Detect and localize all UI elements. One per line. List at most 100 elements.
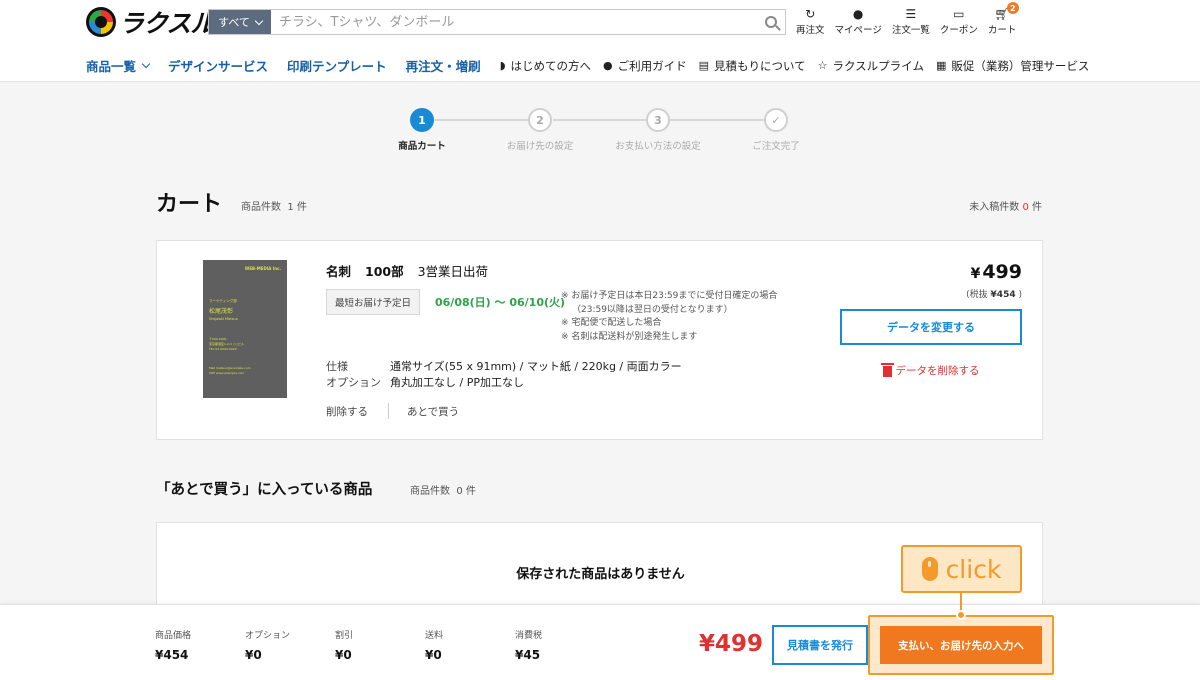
summary-item-price: 商品価格 ¥454 [155, 628, 191, 662]
delivery-note: ※ お届け予定日は本日23:59までに受付日確定の場合 [561, 291, 778, 301]
nav-prime-label: ラクスルプライム [832, 58, 924, 73]
summary-discount: 割引 ¥0 [335, 628, 353, 662]
summary-label: 割引 [335, 631, 354, 641]
cart-link[interactable]: 🛒︎ 2 カート [987, 2, 1019, 36]
item-price: ¥499 [971, 261, 1022, 283]
order-total: ¥499 [699, 631, 764, 657]
annotation-dot [956, 610, 966, 620]
click-annotation: click [901, 545, 1022, 593]
proceed-to-payment-button[interactable]: 支払い、お届け先の入力へ [880, 626, 1042, 664]
check-icon: ✓ [764, 108, 788, 132]
reorder-link[interactable]: ↻ 再注文 [796, 6, 825, 36]
delete-data-label: データを削除する [895, 365, 980, 377]
summary-value: ¥0 [245, 648, 262, 662]
buy-later-section-title: 「あとで買う」に入っている商品 [156, 482, 373, 498]
search-bar: すべて [208, 9, 786, 35]
search-category-select[interactable]: すべて [209, 10, 271, 34]
price-tax-excluded: (税抜 ¥454 ) [966, 287, 1022, 300]
tax-excl-value: ¥454 [990, 290, 1016, 300]
preview-address-line: TEL 03-0000-0000 [209, 347, 237, 351]
nav-beginners[interactable]: ◗ はじめての方へ [500, 58, 591, 74]
summary-value: ¥454 [155, 648, 189, 662]
nav-prime[interactable]: ☆ ラクスルプライム [818, 58, 924, 74]
building-icon: ▦ [935, 59, 947, 72]
count-unit: 件 [296, 202, 307, 213]
cart-badge: 2 [1006, 2, 1019, 14]
click-annotation-text: click [945, 554, 1002, 584]
chevron-down-icon [141, 59, 151, 68]
nav-products[interactable]: 商品一覧 [86, 56, 151, 75]
nav-reorder[interactable]: 再注文・増刷 [406, 56, 481, 75]
item-quantity: 100部 [365, 264, 404, 279]
reorder-label: 再注文 [796, 25, 825, 36]
count-value: 0 [456, 486, 463, 497]
search-button[interactable] [757, 10, 785, 34]
summary-shipping: 送料 ¥0 [425, 628, 443, 662]
refresh-icon: ↻ [805, 7, 816, 21]
summary-value: ¥45 [515, 648, 541, 662]
nav-beginners-label: はじめての方へ [510, 58, 591, 73]
business-card-preview[interactable]: WEB-MEDIA Inc. マーケティング部 松尾茂彰 Shigeaki Ma… [203, 260, 287, 398]
summary-label: 消費税 [515, 631, 543, 641]
option-row: オプション 角丸加工なし / PP加工なし [326, 375, 682, 391]
preview-name-en: Shigeaki Matsuo [209, 317, 238, 321]
summary-label: 商品価格 [155, 631, 192, 641]
option-label: オプション [326, 376, 381, 389]
document-icon: ▤ [698, 59, 709, 72]
delivery-note: ※ 宅配便で配送した場合 [561, 318, 662, 328]
delivery-dates: 06/08(日) 〜 06/10(火) [435, 296, 566, 309]
step-complete: ✓ ご注文完了 [731, 108, 821, 152]
search-input[interactable] [271, 10, 757, 34]
cart-item-count: 商品件数 1 件 [241, 198, 307, 213]
cart-label: カート [987, 25, 1017, 36]
delivery-label-chip: 最短お届け予定日 [326, 289, 420, 315]
item-actions: 削除する あとで買う [326, 403, 459, 419]
delete-item-link[interactable]: 削除する [326, 404, 368, 419]
count-unit: 件 [465, 486, 476, 497]
issue-quote-button[interactable]: 見積書を発行 [772, 625, 868, 665]
logo[interactable]: ラクスル [86, 6, 215, 38]
nav-guide[interactable]: ● ご利用ガイド [603, 58, 687, 74]
summary-option: オプション ¥0 [245, 628, 290, 662]
mypage-label: マイページ [834, 25, 882, 36]
count-value: 1 [287, 202, 294, 213]
nav-promo-management[interactable]: ▦ 販促（業務）管理サービス [936, 58, 1089, 74]
change-data-button[interactable]: データを変更する [840, 309, 1022, 345]
buy-later-link[interactable]: あとで買う [407, 404, 459, 419]
option-value: 角丸加工なし / PP加工なし [390, 376, 524, 389]
nav-design-service[interactable]: デザインサービス [168, 56, 268, 75]
spec-label: 仕様 [326, 360, 348, 373]
page-title: カート [156, 192, 223, 217]
unposted-count: 未入稿件数 0 件 [969, 198, 1042, 213]
mouse-icon [921, 557, 938, 581]
unposted-value: 0 [1022, 202, 1029, 213]
chevron-down-icon [254, 16, 264, 25]
coupon-link[interactable]: ▭ クーポン [940, 6, 978, 36]
unposted-unit: 件 [1032, 202, 1042, 213]
click-highlight: 支払い、お届け先の入力へ [868, 615, 1054, 675]
step-label: お支払い方法の設定 [615, 141, 701, 152]
orders-link[interactable]: ☰ 注文一覧 [892, 6, 930, 36]
tax-suffix: ) [1018, 290, 1022, 300]
list-icon: ☰ [905, 7, 917, 21]
nav-estimate-label: 見積もりについて [714, 58, 806, 73]
delete-data-button[interactable]: データを削除する [840, 363, 1022, 378]
summary-value: ¥0 [425, 648, 442, 662]
star-icon: ☆ [817, 59, 828, 72]
orders-label: 注文一覧 [891, 25, 930, 36]
nav-estimate[interactable]: ▤ 見積もりについて [699, 58, 806, 74]
user-icon: ● [852, 7, 864, 21]
site-header: ラクスル すべて ↻ 再注文 ● マイページ ☰ 注文一覧 ▭ クーポン 🛒︎2 [0, 0, 1200, 82]
trash-icon [880, 363, 894, 377]
item-title: 名刺 100部 3営業日出荷 [326, 261, 488, 280]
step-number: 2 [528, 108, 552, 132]
step-number: 1 [410, 108, 434, 132]
step-label: お届け先の設定 [506, 141, 574, 152]
summary-label: オプション [245, 631, 291, 641]
mypage-link[interactable]: ● マイページ [835, 6, 882, 36]
checkout-stepper: 1 商品カート 2 お届け先の設定 3 お支払い方法の設定 ✓ ご注文完了 [380, 108, 820, 158]
buy-later-count: 商品件数 0 件 [410, 482, 476, 497]
order-summary-bar: 商品価格 ¥454 オプション ¥0 割引 ¥0 送料 ¥0 消費税 ¥45 ¥499 見… [0, 604, 1200, 680]
summary-label: 送料 [425, 631, 444, 641]
nav-templates[interactable]: 印刷テンプレート [287, 56, 387, 75]
